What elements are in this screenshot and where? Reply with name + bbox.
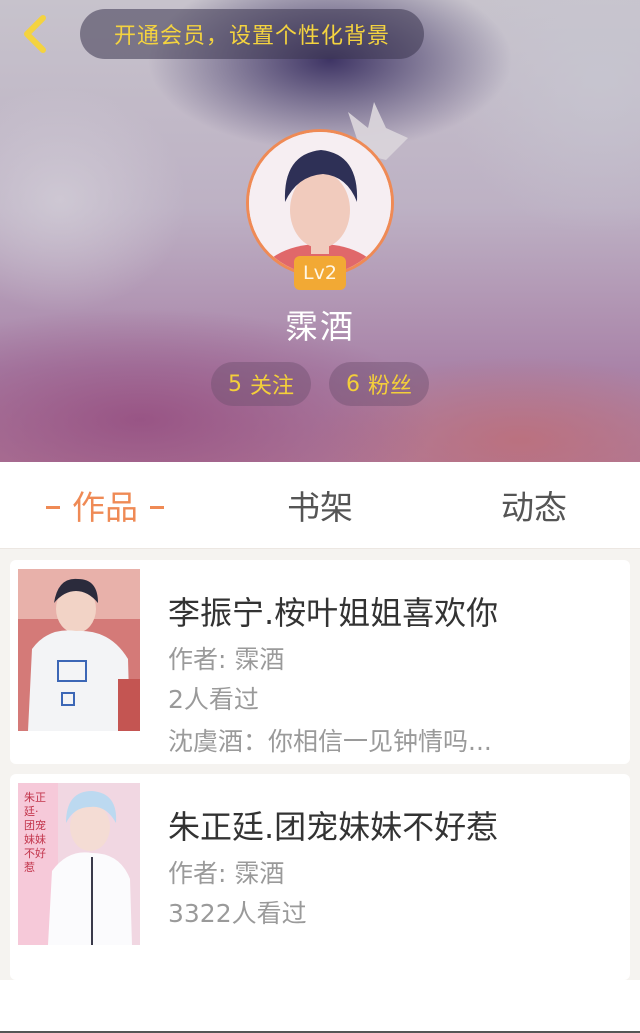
tab-bar: 作品 书架 动态 [0,462,640,549]
vip-background-banner[interactable]: 开通会员，设置个性化背景 [80,9,424,59]
work-views: 3322人看过 [168,899,307,928]
work-author: 作者: 霂酒 [168,645,285,674]
work-title: 李振宁.桉叶姐姐喜欢你 [168,594,499,632]
profile-header: 开通会员，设置个性化背景 Lv2 霂酒 5 关注 6 粉丝 [0,0,640,462]
vip-banner-text: 开通会员，设置个性化背景 [113,24,390,49]
level-badge: Lv2 [294,256,346,290]
following-button[interactable]: 5 关注 [211,362,311,406]
tab-works-label: 作品 [72,488,138,527]
tab-activity-label: 动态 [501,488,567,527]
work-views: 2人看过 [168,685,259,714]
work-excerpt: 沈虞酒：你相信一见钟情吗... [168,727,492,756]
followers-button[interactable]: 6 粉丝 [329,362,429,406]
following-label: 关注 [249,374,294,399]
work-title: 朱正廷.团宠妹妹不好惹 [168,808,499,846]
avatar[interactable] [246,129,394,277]
followers-label: 粉丝 [367,374,412,399]
back-button[interactable] [14,12,54,56]
tab-works[interactable]: 作品 [30,462,180,548]
tab-bookshelf[interactable]: 书架 [250,462,390,548]
level-text: Lv2 [303,262,337,284]
work-card[interactable]: 李振宁.桉叶姐姐喜欢你 作者: 霂酒 2人看过 沈虞酒：你相信一见钟情吗... [10,560,630,764]
tab-indicator-right [150,505,164,509]
username: 霂酒 [285,307,355,346]
work-author: 作者: 霂酒 [168,859,285,888]
work-cover-image: 朱正廷·团宠妹妹不好惹 [18,783,140,945]
cover-text: 朱正廷·团宠妹妹不好惹 [24,791,46,874]
avatar-photo [249,132,391,274]
chevron-left-icon [24,15,46,53]
work-card[interactable]: 朱正廷·团宠妹妹不好惹 朱正廷.团宠妹妹不好惹 作者: 霂酒 3322人看过 [10,774,630,980]
work-cover-image [18,569,140,731]
following-count: 5 [227,371,242,397]
followers-count: 6 [345,371,360,397]
bottom-area [0,980,640,1033]
tab-activity[interactable]: 动态 [464,462,604,548]
tab-bookshelf-label: 书架 [287,488,353,527]
tab-indicator-left [46,505,60,509]
